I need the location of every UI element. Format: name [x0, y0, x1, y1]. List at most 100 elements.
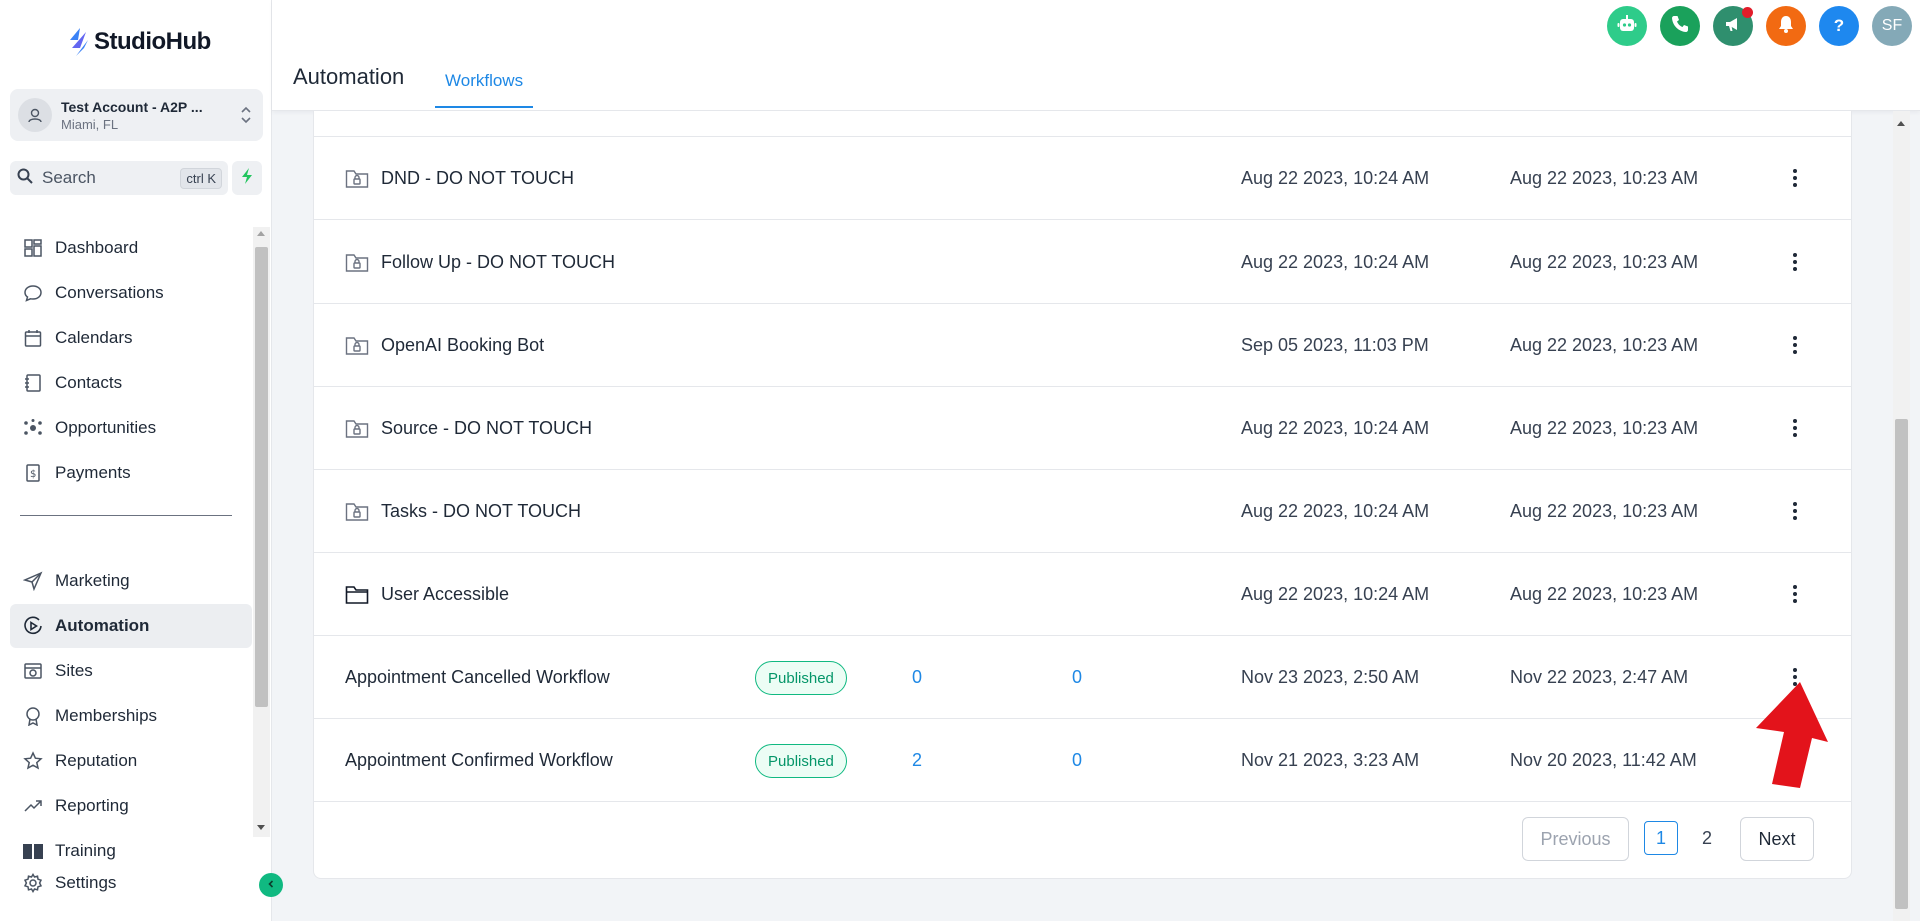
more-options-icon[interactable] — [1782, 498, 1808, 524]
row-name[interactable]: Tasks - DO NOT TOUCH — [381, 501, 581, 522]
scroll-up-arrow-icon[interactable] — [257, 231, 265, 236]
locked-folder-icon — [345, 334, 371, 358]
row-name[interactable]: Appointment Cancelled Workflow — [345, 667, 610, 688]
sidebar-item-label: Training — [55, 841, 116, 860]
search-input[interactable]: Search ctrl K — [10, 161, 228, 195]
sidebar-item-conversations[interactable]: Conversations — [10, 271, 252, 315]
row-created: Nov 20 2023, 11:42 AM — [1510, 750, 1697, 770]
status-badge: Published — [755, 661, 847, 695]
sidebar-item-sites[interactable]: Sites — [10, 649, 252, 693]
sidebar-item-automation[interactable]: Automation — [10, 604, 252, 648]
sidebar-item-marketing[interactable]: Marketing — [10, 559, 252, 603]
row-active-count[interactable]: 0 — [1072, 719, 1082, 802]
dashboard-icon — [21, 236, 45, 260]
send-icon — [21, 569, 45, 593]
ai-bot-button[interactable] — [1607, 6, 1647, 46]
row-created: Aug 22 2023, 10:23 AM — [1510, 335, 1699, 355]
row-name[interactable]: Follow Up - DO NOT TOUCH — [381, 252, 615, 273]
page-1-button[interactable]: 1 — [1644, 821, 1678, 855]
main-scrollbar[interactable] — [1893, 111, 1910, 921]
locked-folder-icon — [345, 251, 371, 275]
sidebar-item-memberships[interactable]: Memberships — [10, 694, 252, 738]
calendar-icon — [21, 326, 45, 350]
row-active-count[interactable]: 0 — [1072, 636, 1082, 719]
collapse-sidebar-button[interactable] — [259, 873, 283, 897]
row-name[interactable]: DND - DO NOT TOUCH — [381, 168, 574, 189]
quick-action-button[interactable] — [232, 161, 262, 195]
sidebar-item-reputation[interactable]: Reputation — [10, 739, 252, 783]
table-row[interactable]: Follow Up - DO NOT TOUCH Aug 22 2023, 10… — [314, 221, 1851, 304]
previous-page-button[interactable]: Previous — [1522, 817, 1629, 861]
sidebar: StudioHub Test Account - A2P ... Miami, … — [0, 0, 272, 921]
sidebar-item-calendars[interactable]: Calendars — [10, 316, 252, 360]
sidebar-item-label: Conversations — [55, 283, 164, 302]
table-row[interactable]: Appointment Cancelled Workflow Published… — [314, 636, 1851, 719]
more-options-icon[interactable] — [1782, 332, 1808, 358]
contacts-icon — [21, 371, 45, 395]
more-options-icon[interactable] — [1782, 249, 1808, 275]
sidebar-item-label: Sites — [55, 661, 93, 680]
table-row[interactable]: User Accessible Aug 22 2023, 10:24 AM Au… — [314, 553, 1851, 636]
sidebar-scroll-thumb[interactable] — [255, 247, 268, 707]
row-updated: Nov 21 2023, 3:23 AM — [1241, 750, 1420, 770]
more-options-icon[interactable] — [1782, 165, 1808, 191]
table-row[interactable]: DND - DO NOT TOUCH Aug 22 2023, 10:24 AM… — [314, 137, 1851, 220]
page-2-button[interactable]: 2 — [1690, 821, 1724, 855]
book-icon — [21, 839, 45, 863]
row-created: Aug 22 2023, 10:23 AM — [1510, 418, 1699, 438]
sidebar-item-settings[interactable]: Settings — [10, 862, 210, 904]
bell-icon — [1776, 14, 1796, 39]
svg-text:$: $ — [30, 469, 36, 480]
more-options-icon[interactable] — [1782, 415, 1808, 441]
chat-icon — [21, 281, 45, 305]
table-row[interactable]: Source - DO NOT TOUCH Aug 22 2023, 10:24… — [314, 387, 1851, 470]
row-updated: Nov 23 2023, 2:50 AM — [1241, 667, 1420, 687]
user-avatar[interactable]: SF — [1872, 6, 1912, 46]
status-badge: Published — [755, 744, 847, 778]
sidebar-item-label: Payments — [55, 463, 131, 482]
header-actions: ? SF — [1607, 6, 1912, 46]
megaphone-icon — [1723, 14, 1743, 39]
table-row[interactable]: OpenAI Booking Bot Sep 05 2023, 11:03 PM… — [314, 304, 1851, 387]
sidebar-item-label: Reporting — [55, 796, 129, 815]
sidebar-item-opportunities[interactable]: Opportunities — [10, 406, 252, 450]
row-name[interactable]: OpenAI Booking Bot — [381, 335, 544, 356]
sidebar-item-payments[interactable]: $ Payments — [10, 451, 252, 495]
locked-folder-icon — [345, 417, 371, 441]
more-options-icon[interactable] — [1782, 581, 1808, 607]
account-switcher[interactable]: Test Account - A2P ... Miami, FL — [10, 89, 263, 141]
sidebar-item-contacts[interactable]: Contacts — [10, 361, 252, 405]
sidebar-item-label: Dashboard — [55, 238, 139, 257]
automation-icon — [21, 614, 45, 638]
row-name[interactable]: Appointment Confirmed Workflow — [345, 750, 613, 771]
table-row[interactable]: Appointment Confirmed Workflow Published… — [314, 719, 1851, 802]
row-name[interactable]: User Accessible — [381, 584, 509, 605]
star-icon — [21, 749, 45, 773]
robot-icon — [1616, 13, 1638, 40]
page-title: Automation — [293, 64, 405, 89]
next-page-button[interactable]: Next — [1740, 817, 1814, 861]
row-updated: Aug 22 2023, 10:24 AM — [1241, 501, 1430, 521]
phone-button[interactable] — [1660, 6, 1700, 46]
chevron-updown-icon — [239, 103, 253, 132]
sidebar-item-label: Automation — [55, 616, 150, 635]
table-row[interactable]: Tasks - DO NOT TOUCH Aug 22 2023, 10:24 … — [314, 470, 1851, 553]
main-scroll-thumb[interactable] — [1895, 419, 1908, 909]
row-name[interactable]: Source - DO NOT TOUCH — [381, 418, 592, 439]
trend-icon — [21, 794, 45, 818]
logo[interactable]: StudioHub — [66, 26, 211, 58]
sidebar-item-dashboard[interactable]: Dashboard — [10, 226, 252, 270]
row-total-count[interactable]: 2 — [912, 719, 922, 802]
help-button[interactable]: ? — [1819, 6, 1859, 46]
sidebar-scrollbar[interactable] — [253, 227, 270, 837]
row-total-count[interactable]: 0 — [912, 636, 922, 719]
sidebar-item-label: Reputation — [55, 751, 138, 770]
notifications-button[interactable] — [1766, 6, 1806, 46]
memberships-icon — [21, 704, 45, 728]
announcements-button[interactable] — [1713, 6, 1753, 46]
scroll-down-arrow-icon[interactable] — [257, 825, 265, 830]
tab-workflows[interactable]: Workflows — [435, 56, 534, 108]
scroll-up-arrow-icon[interactable] — [1897, 121, 1905, 126]
annotation-arrow-icon — [1756, 682, 1828, 788]
sidebar-item-reporting[interactable]: Reporting — [10, 784, 252, 828]
